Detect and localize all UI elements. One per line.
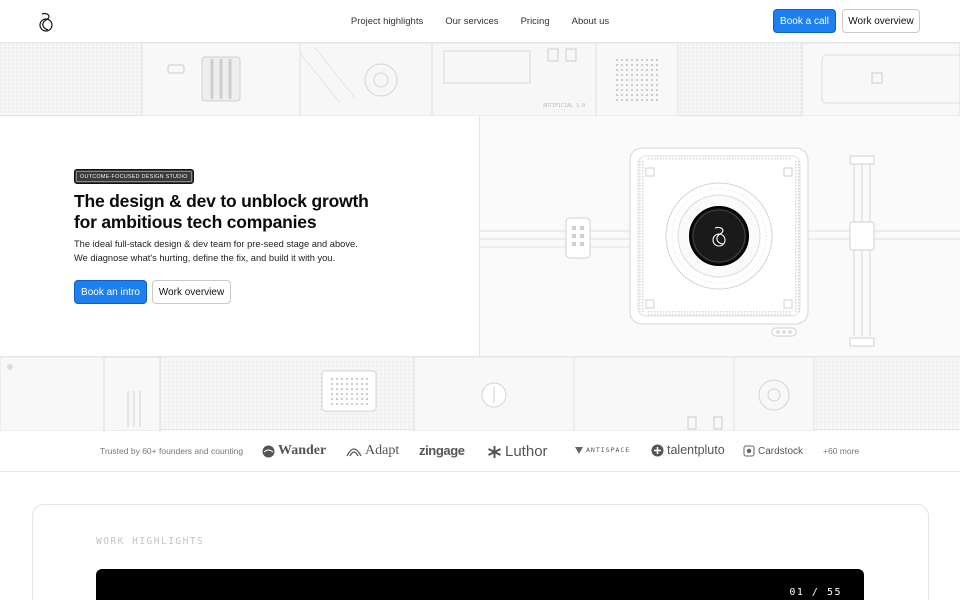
book-call-button[interactable]: Book a call [773,9,836,33]
logo-zingage: zingage [419,443,465,458]
hero-title: The design & dev to unblock growth for a… [74,191,369,232]
adapt-logo-icon [346,448,362,457]
hardware-tiles-illustration-bottom [0,356,960,432]
logo-cardstock: Cardstock [743,445,803,457]
device-illustration [480,147,960,347]
logo-luthor: Luthor [487,443,548,460]
nav-link-about-us[interactable]: About us [561,16,621,27]
cardstock-logo-icon [743,445,755,457]
hero-subtitle-line-1: The ideal full-stack design & dev team f… [74,239,358,249]
logo-wander: Wander [262,443,326,459]
nav-link-our-services[interactable]: Our services [434,16,509,27]
tile-caption: ARTIFICIAL 1.0 [543,103,585,109]
logo-antispace: ANTISPACE [575,446,630,454]
nav-work-overview-button[interactable]: Work overview [842,9,920,33]
book-intro-button[interactable]: Book an intro [74,280,147,304]
trusted-by-label: Trusted by 60+ founders and counting [100,446,244,456]
luthor-logo-icon [488,445,501,458]
logo-adapt: Adapt [346,443,399,459]
work-highlights-heading: WORK HIGHLIGHTS [96,536,205,547]
slide-counter: 01 / 55 [789,587,842,598]
wander-logo-icon [262,445,275,457]
decorative-tile-row-bottom [0,356,960,432]
nav-link-pricing[interactable]: Pricing [510,16,561,27]
hardware-tiles-illustration: ARTIFICIAL 1.0 [0,42,960,117]
top-navigation: Project highlights Our services Pricing … [0,0,960,43]
hero-work-overview-button[interactable]: Work overview [152,280,231,304]
decorative-tile-row-top: ARTIFICIAL 1.0 [0,42,960,117]
logo-talentpluto: talentpluto [651,443,725,457]
talentpluto-logo-icon [651,444,664,456]
work-showcase-panel[interactable]: 01 / 55 [96,569,864,600]
more-logos-label[interactable]: +60 more [823,446,859,456]
studio-badge: OUTCOME-FOCUSED DESIGN STUDIO [74,169,194,184]
hero-subtitle-line-2: We diagnose what's hurting, define the f… [74,252,336,263]
antispace-logo-icon [575,446,583,454]
hero-illustration-panel [480,116,960,356]
nav-link-project-highlights[interactable]: Project highlights [340,16,434,27]
hero-subtitle: The ideal full-stack design & dev team f… [74,238,394,265]
trusted-by-strip: Trusted by 60+ founders and counting Wan… [0,430,960,472]
hero-section [0,116,480,356]
